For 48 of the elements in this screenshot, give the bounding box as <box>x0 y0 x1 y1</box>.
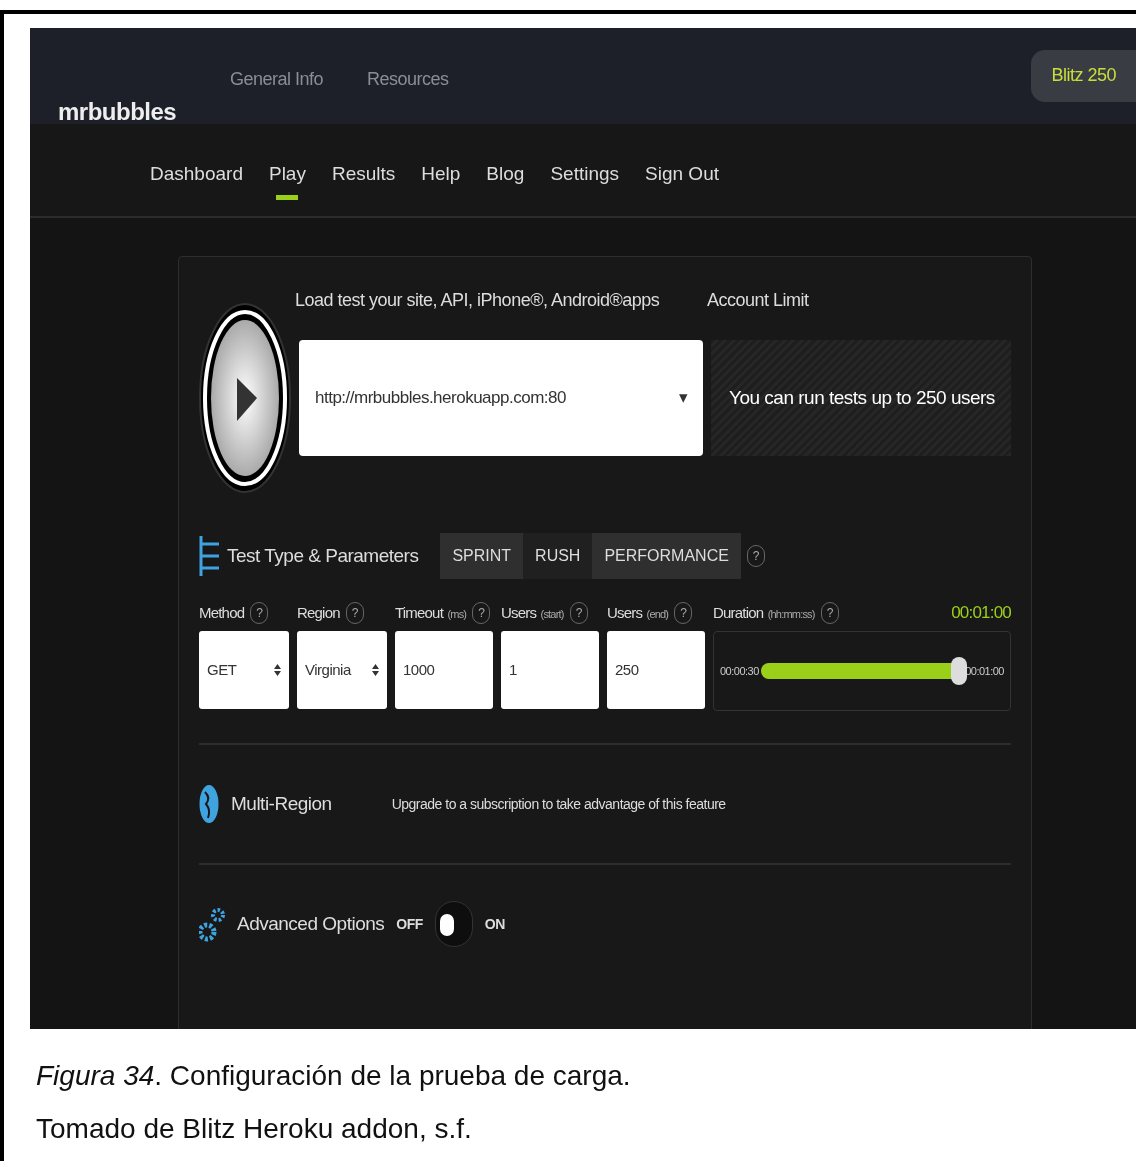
figure-caption: Figura 34. Configuración de la prueba de carga. <box>36 1059 632 1093</box>
advanced-options-toggle[interactable] <box>434 901 473 947</box>
feature-note: Upgrade to a subscription to take advantage of this feature <box>391 794 726 814</box>
test-type-tab[interactable]: SPRINT <box>440 533 524 579</box>
section-heading: Load test your site, API, iPhone®, Android®apps <box>295 289 661 312</box>
brand-logo: mrbubbles <box>58 97 178 127</box>
section-title: Multi-Region <box>231 791 332 816</box>
gears-icon <box>199 906 225 942</box>
play-button[interactable] <box>199 303 291 493</box>
top-link[interactable]: Resources <box>367 66 449 93</box>
figure-source: Tomado de Blitz Heroku addon, s.f. <box>36 1112 473 1147</box>
select-field[interactable]: Virginia <box>297 631 387 709</box>
field-label: Timeout (ms) <box>395 602 467 623</box>
nav-tab[interactable]: Results <box>331 148 396 200</box>
nav-tab[interactable]: Help <box>421 148 461 200</box>
spinner-arrows-icon <box>274 663 281 677</box>
section-title: Test Type & Parameters <box>227 543 419 568</box>
field-label: Duration (hh:mm:ss) <box>713 602 815 623</box>
field-label: Method <box>199 602 245 623</box>
section-heading: Account Limit <box>707 289 809 312</box>
toggle-on-label: ON <box>484 914 505 934</box>
slider-thumb[interactable] <box>951 657 968 685</box>
duration-value: 00:01:00 <box>951 602 1011 625</box>
input-field[interactable]: 250 <box>607 631 705 709</box>
account-limit-message: You can run tests up to 250 users <box>711 340 1011 456</box>
test-type-tab[interactable]: RUSH <box>523 533 593 579</box>
field-label: Users (end) <box>607 602 669 623</box>
nav-tab[interactable]: Settings <box>550 148 620 200</box>
nav-tab[interactable]: Play <box>268 148 306 200</box>
field-label: Region <box>297 602 340 623</box>
field-label: Users (start) <box>501 602 564 623</box>
toggle-off-label: OFF <box>396 914 423 934</box>
select-field[interactable]: GET <box>199 631 289 709</box>
nav-tab[interactable]: Blog <box>486 148 525 200</box>
nav-tab[interactable]: Sign Out <box>645 148 719 200</box>
test-type-tab[interactable]: PERFORMANCE <box>592 533 741 579</box>
section-title: Advanced Options <box>237 911 385 936</box>
globe-icon <box>199 784 219 824</box>
nav-tab[interactable]: Dashboard <box>150 148 243 200</box>
sliders-icon <box>199 536 221 576</box>
input-field[interactable]: 1 <box>501 631 599 709</box>
input-field[interactable]: 1000 <box>395 631 493 709</box>
plan-badge: Blitz 250 <box>1031 50 1136 102</box>
slider-min-label: 00:00:30 <box>720 663 759 679</box>
top-link[interactable]: General Info <box>230 66 324 93</box>
url-field[interactable]: http://mrbubbles.herokuapp.com:80 ▾ <box>299 340 703 456</box>
dropdown-caret-icon[interactable]: ▾ <box>678 385 687 411</box>
spinner-arrows-icon <box>372 663 379 677</box>
